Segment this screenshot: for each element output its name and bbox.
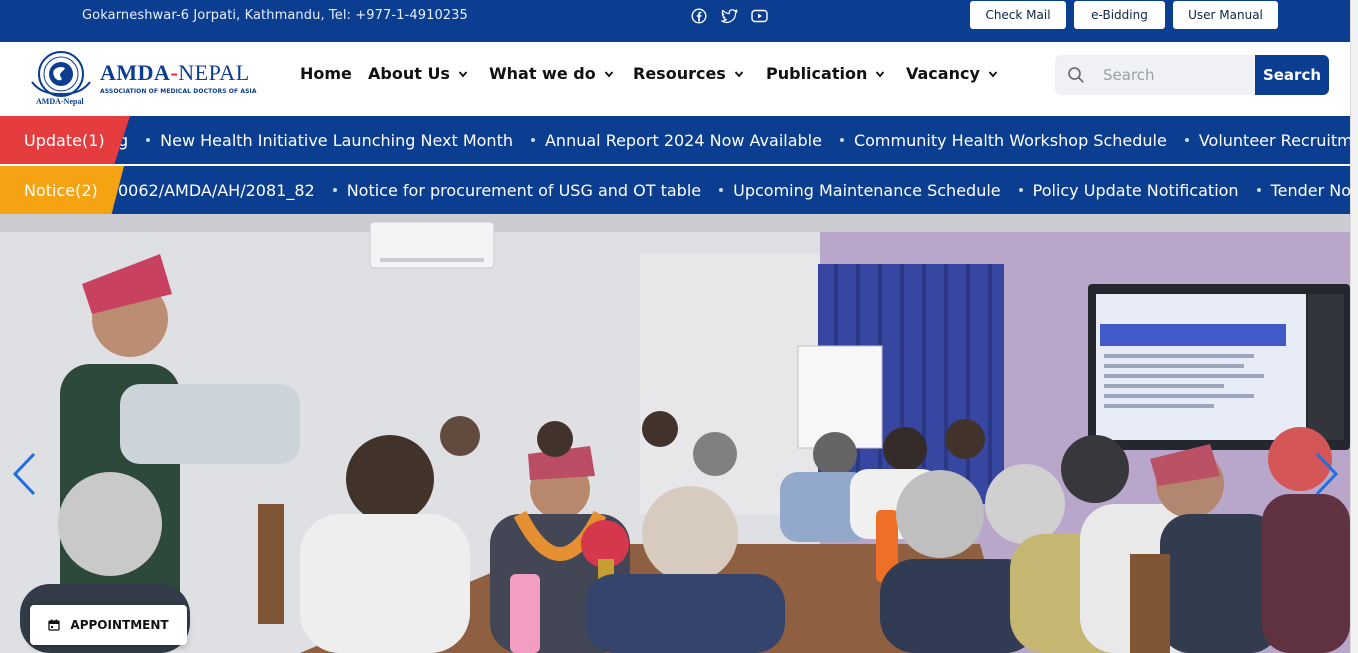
seal-text: AMDA-Nepal <box>36 97 84 106</box>
nav-item-label: What we do <box>489 64 596 83</box>
top-bar: Gokarneshwar-6 Jorpati, Kathmandu, Tel: … <box>0 0 1358 42</box>
nav-item-home[interactable]: Home <box>300 64 352 83</box>
user-manual-button[interactable]: User Manual <box>1173 1 1278 29</box>
amda-seal-icon: AMDA-Nepal <box>31 51 91 106</box>
nav-item-label: Publication <box>766 64 868 83</box>
brand-main: AMDA <box>100 60 171 85</box>
next-slide-arrow-icon[interactable] <box>1313 450 1341 498</box>
social-links <box>690 7 768 25</box>
hero-slider <box>0 214 1350 653</box>
update-ticker: Update(1) g New Health Initiative Launch… <box>0 116 1350 164</box>
twitter-icon[interactable] <box>720 7 738 25</box>
update-item[interactable]: Community Health Workshop Schedule <box>822 131 1167 150</box>
notice-label[interactable]: Notice(2) <box>0 166 124 214</box>
chevron-down-icon <box>458 70 468 77</box>
nav-item-label: Resources <box>633 64 726 83</box>
prev-slide-arrow-icon[interactable] <box>10 450 38 498</box>
youtube-icon[interactable] <box>750 7 768 25</box>
notice-ticker: Notice(2) 0062/AMDA/AH/2081_82 Notice fo… <box>0 166 1350 214</box>
notice-item[interactable]: Notice for procurement of USG and OT tab… <box>315 181 701 200</box>
chevron-down-icon <box>988 70 998 77</box>
brand-subtitle: ASSOCIATION OF MEDICAL DOCTORS OF ASIA <box>100 88 257 95</box>
chevron-down-icon <box>604 70 613 77</box>
nav-item-label: Vacancy <box>906 64 980 83</box>
e-bidding-button[interactable]: e-Bidding <box>1074 1 1165 29</box>
facebook-icon[interactable] <box>690 7 708 25</box>
check-mail-button[interactable]: Check Mail <box>970 1 1066 29</box>
notice-item[interactable]: 0062/AMDA/AH/2081_82 <box>118 181 315 200</box>
update-item[interactable]: New Health Initiative Launching Next Mon… <box>128 131 513 150</box>
search-input[interactable] <box>1095 61 1245 89</box>
calendar-icon <box>48 619 61 631</box>
appointment-button[interactable]: APPOINTMENT <box>30 605 187 645</box>
update-item[interactable]: Volunteer Recruitment <box>1167 131 1350 150</box>
brand-name: AMDA-NEPAL <box>100 60 250 86</box>
notice-item[interactable]: Tender Not <box>1239 181 1350 200</box>
update-item[interactable]: Annual Report 2024 Now Available <box>513 131 822 150</box>
notice-item[interactable]: Policy Update Notification <box>1001 181 1239 200</box>
appointment-label: APPOINTMENT <box>70 618 169 632</box>
notice-track: 0062/AMDA/AH/2081_82 Notice for procurem… <box>118 166 1350 214</box>
search-icon <box>1068 67 1084 83</box>
contact-address: Gokarneshwar-6 Jorpati, Kathmandu, Tel: … <box>82 8 468 23</box>
chevron-down-icon <box>876 70 885 77</box>
notice-item[interactable]: Upcoming Maintenance Schedule <box>701 181 1001 200</box>
site-logo[interactable]: AMDA-Nepal AMDA-NEPAL ASSOCIATION OF MED… <box>28 48 258 108</box>
update-track: g New Health Initiative Launching Next M… <box>118 116 1350 164</box>
nav-item-publication[interactable]: Publication <box>766 64 885 83</box>
chevron-down-icon <box>734 70 744 77</box>
nav-item-label: About Us <box>368 64 450 83</box>
nav-item-resources[interactable]: Resources <box>633 64 744 83</box>
update-label[interactable]: Update(1) <box>0 116 130 164</box>
search-button[interactable]: Search <box>1255 55 1329 95</box>
search-bar: Search <box>1055 55 1329 95</box>
nav-item-about-us[interactable]: About Us <box>368 64 468 83</box>
nav-item-vacancy[interactable]: Vacancy <box>906 64 998 83</box>
nav-item-label: Home <box>300 64 352 83</box>
nav-item-what-we-do[interactable]: What we do <box>489 64 614 83</box>
brand-country: NEPAL <box>178 60 250 85</box>
hero-photo <box>0 214 1350 653</box>
page-scrollbar[interactable] <box>1350 0 1358 653</box>
main-navigation: AMDA-Nepal AMDA-NEPAL ASSOCIATION OF MED… <box>0 42 1350 115</box>
